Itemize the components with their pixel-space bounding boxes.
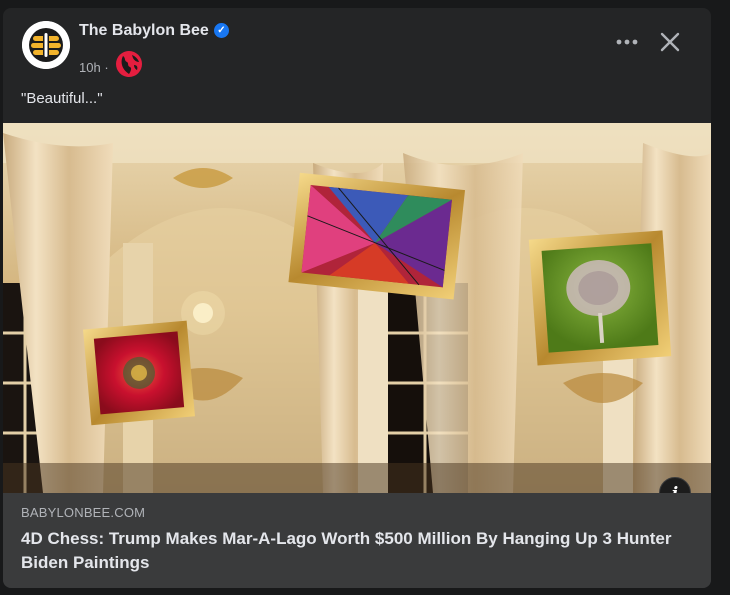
- globe-icon: [116, 51, 142, 77]
- post-text: "Beautiful...": [21, 90, 103, 107]
- post-time[interactable]: 10h: [79, 60, 101, 75]
- post-card: The Babylon Bee ✓ 10h · "Beautiful..." B…: [3, 8, 711, 588]
- painting-center: [288, 172, 466, 300]
- link-preview[interactable]: BABYLONBEE.COM 4D Chess: Trump Makes Mar…: [3, 493, 711, 588]
- babylon-bee-logo: [22, 21, 70, 69]
- post-meta: 10h ·: [79, 60, 109, 75]
- painting-left: [83, 320, 195, 426]
- more-horizontal-icon[interactable]: [612, 30, 642, 54]
- verified-icon: ✓: [214, 23, 229, 38]
- post-image[interactable]: [3, 123, 711, 493]
- page-avatar[interactable]: [22, 21, 70, 69]
- painting-right: [528, 230, 672, 366]
- close-icon[interactable]: [656, 28, 684, 56]
- link-title[interactable]: 4D Chess: Trump Makes Mar-A-Lago Worth $…: [21, 527, 691, 575]
- link-domain: BABYLONBEE.COM: [21, 505, 146, 520]
- meta-separator: ·: [104, 60, 109, 75]
- page-name[interactable]: The Babylon Bee: [79, 22, 209, 40]
